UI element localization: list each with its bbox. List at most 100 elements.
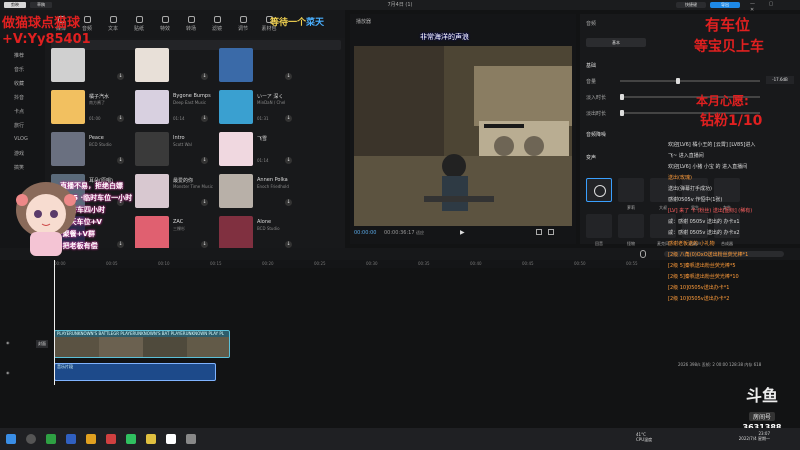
- category-item[interactable]: 推荐: [14, 52, 24, 59]
- download-icon[interactable]: ↓: [285, 157, 292, 164]
- clock[interactable]: 23:07 2022/7/4 星期一: [734, 431, 770, 442]
- music-card[interactable]: ↓: [135, 48, 213, 82]
- tab-sticker[interactable]: 贴纸: [128, 16, 150, 32]
- player-panel: 播放器 00:00:00 00:00:36:17 ▶ 适应: [350, 14, 576, 244]
- export-button[interactable]: 导出: [710, 2, 740, 8]
- overlay-banner: 非常海洋的声浪: [420, 33, 469, 41]
- chat-message: 欢迎[LV6] 橘小王的 [云霄] [LV85]进入: [668, 142, 756, 148]
- shortcut-button[interactable]: 快捷键: [676, 2, 706, 8]
- category-item[interactable]: 卡点: [14, 108, 24, 115]
- app-icon[interactable]: [186, 434, 196, 444]
- folder-icon[interactable]: [86, 434, 96, 444]
- music-card[interactable]: Bygone Bumps Deep East Music 01:14 ↓: [135, 90, 213, 124]
- fullscreen-icon[interactable]: [536, 229, 542, 235]
- video-preview[interactable]: [354, 46, 572, 226]
- music-card[interactable]: ↓: [219, 48, 297, 82]
- voice-option[interactable]: 怪物: [618, 214, 644, 246]
- download-icon[interactable]: ↓: [117, 115, 124, 122]
- download-icon[interactable]: ↓: [201, 241, 208, 248]
- music-card[interactable]: 橘子汽水 南方酱了 01:00 ↓: [51, 90, 129, 124]
- download-icon[interactable]: ↓: [201, 115, 208, 122]
- music-card[interactable]: Peace BCD Studio ↓: [51, 132, 129, 166]
- search-icon[interactable]: [26, 434, 36, 444]
- category-item[interactable]: 游戏: [14, 150, 24, 157]
- download-icon[interactable]: ↓: [201, 157, 208, 164]
- stream-status: 2026 398/s 丢帧: 2 00:00 128:38 内存 618: [678, 362, 762, 367]
- tab-adjust[interactable]: 调节: [232, 16, 254, 32]
- category-item[interactable]: 音乐: [14, 66, 24, 73]
- overlay-right-4: 钻粉1/10: [700, 113, 763, 129]
- voice-option[interactable]: 回音: [586, 214, 612, 246]
- video-clip[interactable]: PLAYERUNKNOWN'S BATTLEGR PLAYERUNKNOWN'S…: [54, 330, 230, 358]
- music-card[interactable]: 飞雪 01:14 ↓: [219, 132, 297, 166]
- download-icon[interactable]: ↓: [285, 199, 292, 206]
- cover-button[interactable]: 封面: [36, 340, 48, 348]
- category-item[interactable]: 旅行: [14, 122, 24, 129]
- category-item[interactable]: 抖音: [14, 94, 24, 101]
- tab-transitions[interactable]: 转场: [180, 16, 202, 32]
- ruler-tick: 00:35: [418, 261, 430, 266]
- tab-filters[interactable]: 滤镜: [206, 16, 228, 32]
- track-artist: MinDaN / Chel: [257, 100, 286, 105]
- track-lock-icon[interactable]: ◉: [6, 340, 10, 345]
- aspect-select[interactable]: 适应: [416, 230, 424, 236]
- audio-clip[interactable]: 音乐片段: [54, 363, 216, 381]
- track-title: Peace: [89, 135, 104, 141]
- music-card[interactable]: いーア 深く MinDaN / Chel 01:31 ↓: [219, 90, 297, 124]
- chat-message: [2级 10]0505v送出办卡*2: [668, 296, 730, 302]
- music-card[interactable]: ZAC 三棵杉 ↓: [135, 216, 213, 250]
- music-card[interactable]: Alone BCD Studio ↓: [219, 216, 297, 250]
- voice-option[interactable]: 萝莉: [618, 178, 644, 210]
- chat-message: 戚：感谢 0505v 送出的 办卡x1: [668, 219, 740, 225]
- window-title: 7月4日 (1): [387, 2, 413, 8]
- download-icon[interactable]: ↓: [285, 73, 292, 80]
- music-card[interactable]: 最爱的你 Monster Time Music ↓: [135, 174, 213, 208]
- download-icon[interactable]: ↓: [117, 157, 124, 164]
- filter-icon: [213, 16, 221, 23]
- app-icon[interactable]: [46, 434, 56, 444]
- project-menu[interactable]: 草稿: [30, 2, 52, 8]
- chat-message: [2级 10]0505v送出办卡*1: [668, 285, 730, 291]
- none-icon: [594, 185, 606, 197]
- microphone-icon[interactable]: [640, 250, 646, 258]
- overlay-right-2: 等宝贝上车: [694, 39, 764, 55]
- tab-text[interactable]: 文本: [102, 16, 124, 32]
- start-icon[interactable]: [6, 434, 16, 444]
- album-cover: [51, 90, 85, 124]
- tab-effects[interactable]: 特效: [154, 16, 176, 32]
- app-icon[interactable]: [66, 434, 76, 444]
- chat-message: 感谢0505v 作恒中(1张): [668, 197, 723, 203]
- volume-value[interactable]: -17.6dB: [766, 76, 794, 84]
- wechat-icon[interactable]: [126, 434, 136, 444]
- category-item[interactable]: VLOG: [14, 136, 28, 142]
- download-icon[interactable]: ↓: [285, 241, 292, 248]
- download-icon[interactable]: ↓: [201, 199, 208, 206]
- play-button[interactable]: ▶: [460, 229, 465, 236]
- playhead[interactable]: [54, 260, 55, 385]
- category-item[interactable]: 收藏: [14, 80, 24, 87]
- music-card[interactable]: ↓: [51, 48, 129, 82]
- window-controls[interactable]: — ▢ ✕: [750, 1, 796, 13]
- download-icon[interactable]: ↓: [285, 115, 292, 122]
- download-icon[interactable]: ↓: [201, 73, 208, 80]
- overlay-waiting: 等待一个菜天: [270, 18, 325, 28]
- transition-icon: [187, 16, 195, 23]
- voice-none[interactable]: [586, 178, 612, 202]
- volume-slider[interactable]: [620, 78, 760, 84]
- effects-icon: [161, 16, 169, 23]
- music-card[interactable]: Intro Scott Wal ↓: [135, 132, 213, 166]
- ratio-icon[interactable]: [548, 229, 554, 235]
- tab-basic[interactable]: 基本: [586, 38, 646, 47]
- app-icon[interactable]: [106, 434, 116, 444]
- music-card[interactable]: Annen Polka Enoch Friedhold ↓: [219, 174, 297, 208]
- album-cover: [135, 216, 169, 250]
- chat-message: [2级 5]秦帆送出粉丝荧光棒*10: [668, 274, 739, 280]
- track-duration: 01:14: [257, 158, 269, 163]
- category-item[interactable]: 搞笑: [14, 164, 24, 171]
- app-icon[interactable]: [146, 434, 156, 444]
- track-duration: 01:31: [257, 116, 269, 121]
- album-cover: [51, 48, 85, 82]
- audio-track-icon[interactable]: ◉: [6, 370, 10, 375]
- download-icon[interactable]: ↓: [117, 73, 124, 80]
- capcut-icon[interactable]: [166, 434, 176, 444]
